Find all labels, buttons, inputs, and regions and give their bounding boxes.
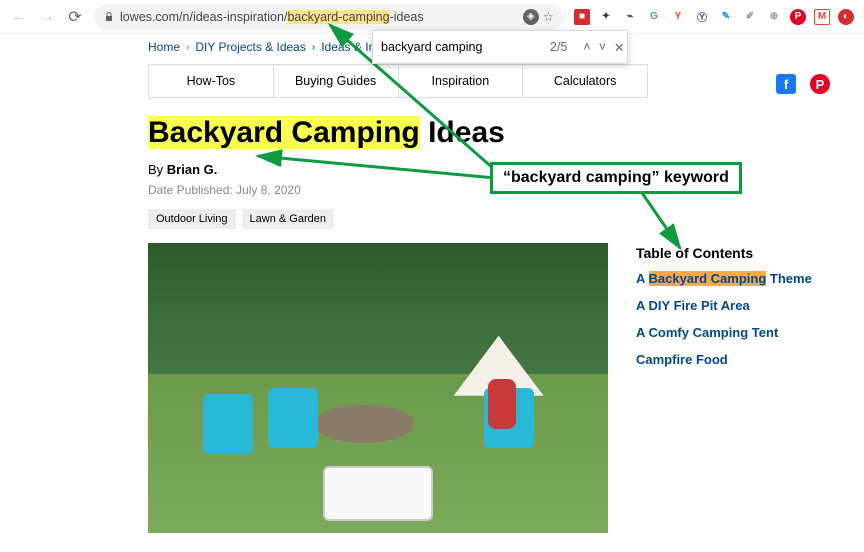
tab-howtos[interactable]: How-Tos bbox=[149, 65, 274, 97]
forward-button[interactable]: → bbox=[38, 8, 56, 26]
ext-icon-12[interactable]: ◐ bbox=[838, 9, 854, 25]
annotation-callout: “backyard camping” keyword bbox=[490, 162, 742, 194]
browser-toolbar: ← → ⟳ lowes.com/n/ideas-inspiration/back… bbox=[0, 0, 864, 34]
social-share: f P bbox=[776, 74, 830, 94]
ext-icon-5[interactable]: Y bbox=[670, 9, 686, 25]
find-prev-button[interactable]: ˄ bbox=[583, 40, 590, 54]
toc-link-4[interactable]: Campfire Food bbox=[636, 352, 812, 367]
tab-inspiration[interactable]: Inspiration bbox=[399, 65, 524, 97]
ext-icon-6[interactable]: Ⓨ bbox=[694, 9, 710, 25]
find-count: 2/5 bbox=[550, 40, 567, 54]
pinterest-ext-icon[interactable]: P bbox=[790, 9, 806, 25]
site-info-icon[interactable]: ◈ bbox=[523, 9, 539, 25]
tab-buying-guides[interactable]: Buying Guides bbox=[274, 65, 399, 97]
toc-heading: Table of Contents bbox=[636, 245, 812, 261]
address-bar[interactable]: lowes.com/n/ideas-inspiration/backyard-c… bbox=[94, 4, 564, 30]
tab-calculators[interactable]: Calculators bbox=[523, 65, 647, 97]
find-next-button[interactable]: ˅ bbox=[599, 40, 606, 54]
ext-icon-3[interactable]: ⌁ bbox=[622, 9, 638, 25]
reload-button[interactable]: ⟳ bbox=[66, 8, 84, 26]
gmail-ext-icon[interactable]: M bbox=[814, 9, 830, 25]
back-button[interactable]: ← bbox=[10, 8, 28, 26]
tag-row: Outdoor Living Lawn & Garden bbox=[148, 209, 864, 229]
toc-link-1[interactable]: A Backyard Camping Theme bbox=[636, 271, 812, 286]
find-close-button[interactable]: ✕ bbox=[614, 40, 624, 55]
toc-link-3[interactable]: A Comfy Camping Tent bbox=[636, 325, 812, 340]
ext-icon-2[interactable]: ✦ bbox=[598, 9, 614, 25]
facebook-icon[interactable]: f bbox=[776, 74, 796, 94]
pinterest-icon[interactable]: P bbox=[810, 74, 830, 94]
hero-image bbox=[148, 243, 608, 533]
url-text: lowes.com/n/ideas-inspiration/backyard-c… bbox=[120, 10, 424, 24]
bookmark-star-icon[interactable]: ☆ bbox=[543, 9, 554, 24]
chevron-right-icon: › bbox=[186, 42, 189, 53]
page-content: Home › DIY Projects & Ideas › Ideas & In… bbox=[0, 34, 864, 533]
ext-icon-9[interactable]: ⊕ bbox=[766, 9, 782, 25]
extension-bar: ■ ✦ ⌁ G Y Ⓨ ✎ ✐ ⊕ P M ◐ bbox=[574, 9, 854, 25]
ext-icon-7[interactable]: ✎ bbox=[718, 9, 734, 25]
tag-lawn-garden[interactable]: Lawn & Garden bbox=[242, 209, 334, 229]
chevron-right-icon: › bbox=[312, 42, 315, 53]
table-of-contents: Table of Contents A Backyard Camping The… bbox=[636, 243, 812, 379]
ext-icon-1[interactable]: ■ bbox=[574, 9, 590, 25]
crumb-ideas[interactable]: Ideas & In bbox=[321, 40, 375, 54]
crumb-home[interactable]: Home bbox=[148, 40, 180, 54]
find-in-page-bar: 2/5 ˄ ˅ ✕ bbox=[372, 30, 628, 64]
tag-outdoor-living[interactable]: Outdoor Living bbox=[148, 209, 236, 229]
ext-icon-8[interactable]: ✐ bbox=[742, 9, 758, 25]
find-input[interactable] bbox=[381, 40, 542, 54]
ext-icon-4[interactable]: G bbox=[646, 9, 662, 25]
page-title: Backyard Camping Ideas bbox=[148, 116, 864, 150]
lock-icon bbox=[104, 12, 114, 22]
nav-tabs: How-Tos Buying Guides Inspiration Calcul… bbox=[148, 64, 648, 98]
crumb-diy[interactable]: DIY Projects & Ideas bbox=[195, 40, 306, 54]
toc-link-2[interactable]: A DIY Fire Pit Area bbox=[636, 298, 812, 313]
